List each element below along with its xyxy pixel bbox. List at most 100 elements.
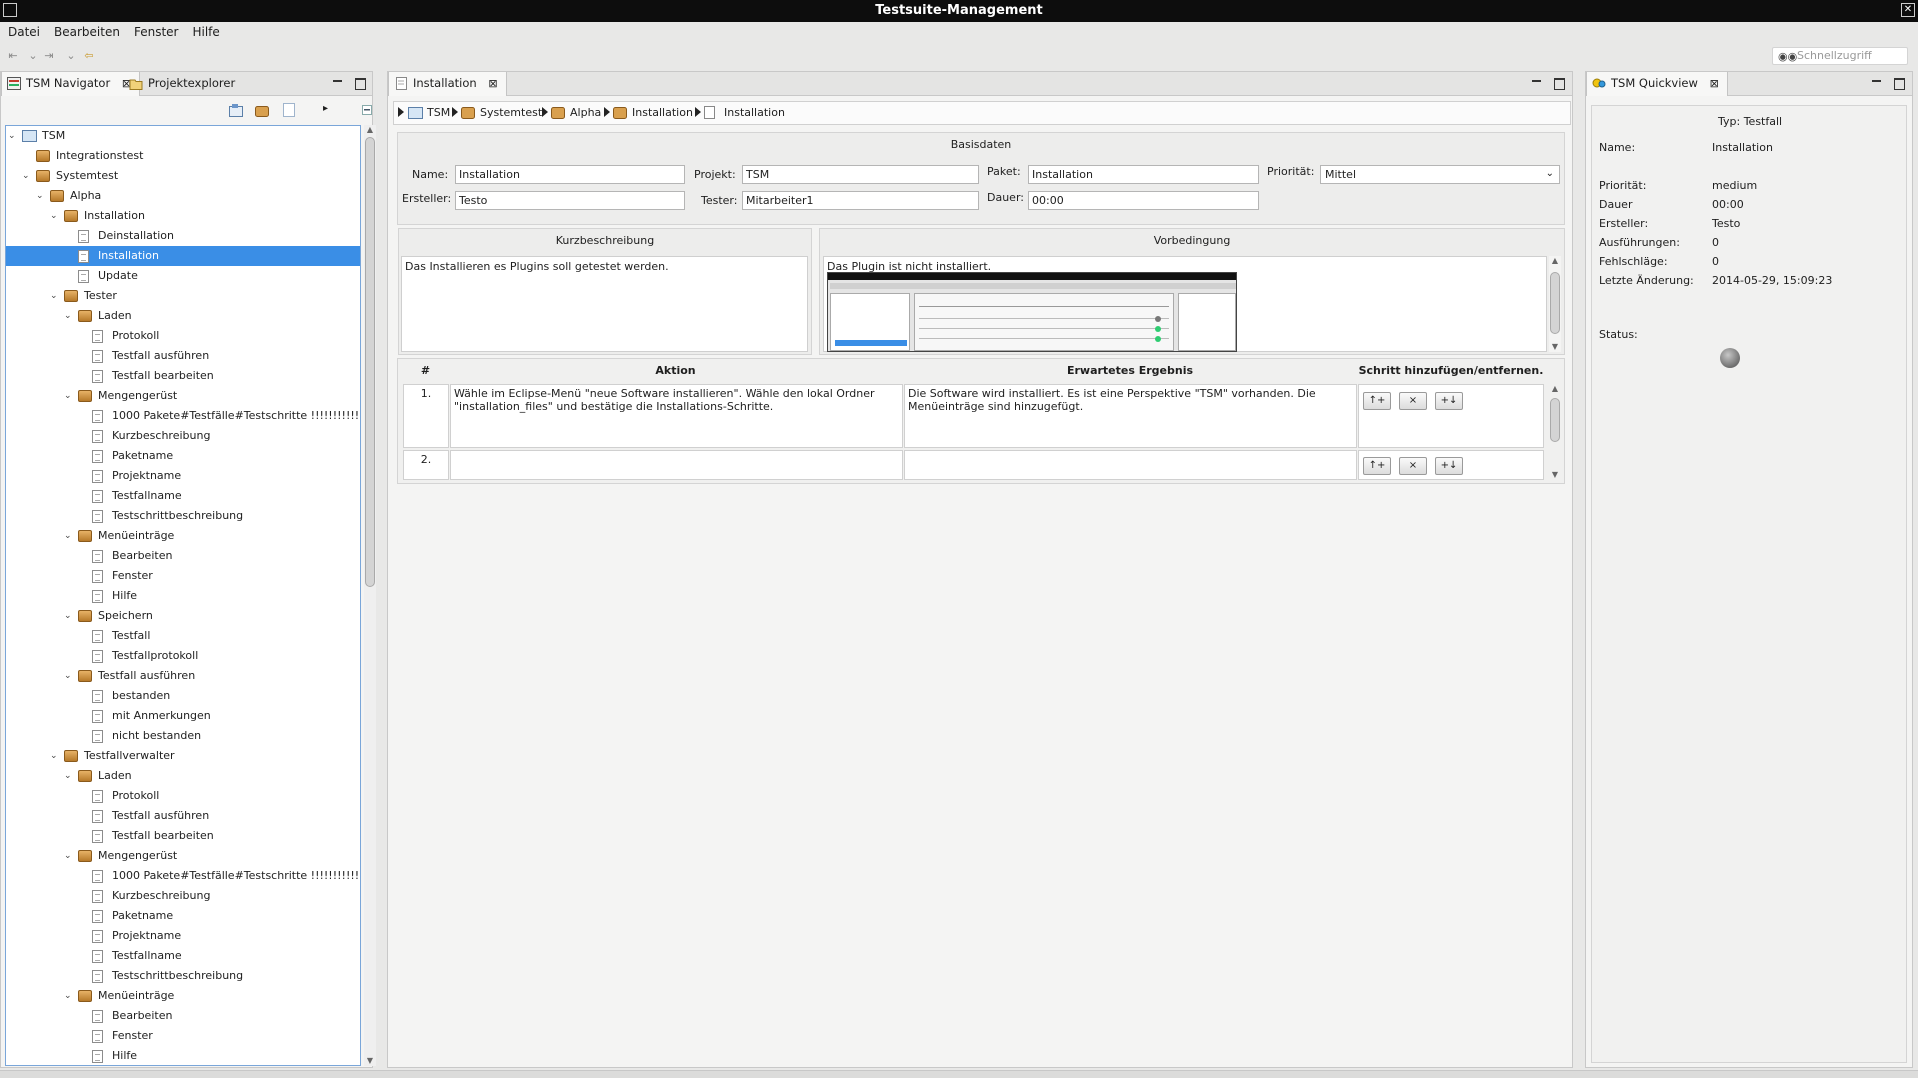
expand-arrow-icon[interactable]: ⌄: [64, 526, 74, 546]
expand-arrow-icon[interactable]: ⌄: [50, 746, 60, 766]
tree-item[interactable]: Paketname: [6, 906, 360, 926]
scroll-thumb[interactable]: [1550, 272, 1560, 334]
expand-arrow-icon[interactable]: ⌄: [50, 206, 60, 226]
tab-tsm-navigator[interactable]: TSM Navigator ⊠: [1, 72, 141, 96]
maximize-icon[interactable]: [354, 77, 366, 90]
breadcrumb-arrow-icon[interactable]: [604, 107, 610, 117]
expand-arrow-icon[interactable]: ⌄: [36, 186, 46, 206]
tree-item[interactable]: ⌄ TSM: [6, 126, 360, 146]
tree-item[interactable]: 1000 Pakete#Testfälle#Testschritte !!!!!…: [6, 866, 360, 886]
scroll-thumb[interactable]: [1550, 398, 1560, 442]
navigator-tree[interactable]: ⌄ TSM Integrationstest ⌄ Systemtest ⌄ Alpha ⌄ In…: [5, 125, 361, 1066]
scroll-up-icon[interactable]: ▲: [1549, 256, 1561, 266]
new-project-icon[interactable]: [229, 104, 243, 117]
expand-arrow-icon[interactable]: ⌄: [64, 306, 74, 326]
tab-projektexplorer[interactable]: Projektexplorer: [124, 72, 243, 96]
tree-item[interactable]: Kurzbeschreibung: [6, 886, 360, 906]
menu-bearbeiten[interactable]: Bearbeiten: [46, 22, 126, 39]
step-aktion-field[interactable]: Wähle im Eclipse-Menü "neue Software ins…: [450, 384, 903, 448]
tree-item[interactable]: Update: [6, 266, 360, 286]
tree-item[interactable]: Bearbeiten: [6, 1006, 360, 1026]
tree-item[interactable]: ⌄ Testfallverwalter: [6, 746, 360, 766]
collapse-all-icon[interactable]: [362, 105, 372, 115]
expand-arrow-icon[interactable]: ⌄: [64, 666, 74, 686]
tree-item[interactable]: ⌄ Speichern: [6, 606, 360, 626]
step-ergebnis-field[interactable]: Die Software wird installiert. Es ist ei…: [904, 384, 1357, 448]
scroll-down-icon[interactable]: ▼: [364, 1056, 376, 1066]
new-testcase-icon[interactable]: [283, 103, 295, 117]
tree-item[interactable]: Testfallprotokoll: [6, 646, 360, 666]
tree-item[interactable]: Integrationstest: [6, 146, 360, 166]
scroll-up-icon[interactable]: ▲: [364, 125, 376, 135]
tree-item[interactable]: Testfallname: [6, 946, 360, 966]
add-step-above-button[interactable]: ↑+: [1363, 392, 1391, 410]
tree-item[interactable]: 1000 Pakete#Testfälle#Testschritte !!!!!…: [6, 406, 360, 426]
scroll-down-icon[interactable]: ▼: [1549, 342, 1561, 352]
scroll-up-icon[interactable]: ▲: [1549, 384, 1561, 394]
tab-tsm-quickview[interactable]: TSM Quickview ⊠: [1586, 72, 1728, 96]
tree-item[interactable]: Testfall ausführen: [6, 346, 360, 366]
expand-arrow-icon[interactable]: ⌄: [8, 126, 18, 146]
view-menu-icon[interactable]: ▸: [323, 103, 328, 114]
tree-item[interactable]: ⌄ Laden: [6, 306, 360, 326]
maximize-icon[interactable]: [1893, 77, 1905, 90]
menu-fenster[interactable]: Fenster: [126, 22, 185, 39]
tree-item[interactable]: bestanden: [6, 686, 360, 706]
tree-item[interactable]: Protokoll: [6, 786, 360, 806]
chevron-down-icon[interactable]: ⌄: [64, 49, 78, 63]
minimize-icon[interactable]: [332, 77, 344, 89]
tester-field[interactable]: Mitarbeiter1: [742, 191, 979, 210]
tree-item[interactable]: mit Anmerkungen: [6, 706, 360, 726]
tree-item[interactable]: ⌄ Mengengerüst: [6, 386, 360, 406]
minimize-icon[interactable]: [1531, 77, 1543, 89]
step-aktion-field[interactable]: [450, 450, 903, 480]
name-field[interactable]: Installation: [455, 165, 685, 184]
add-step-above-button[interactable]: ↑+: [1363, 457, 1391, 475]
tree-item[interactable]: ⌄ Alpha: [6, 186, 360, 206]
breadcrumb-item[interactable]: Installation: [724, 106, 785, 119]
expand-arrow-icon[interactable]: ⌄: [64, 846, 74, 866]
breadcrumb-arrow-icon[interactable]: [452, 107, 458, 117]
dauer-field[interactable]: 00:00: [1028, 191, 1259, 210]
tree-item[interactable]: Testschrittbeschreibung: [6, 966, 360, 986]
tree-item[interactable]: Testfall: [6, 626, 360, 646]
last-edit-icon[interactable]: ⇦: [82, 49, 96, 63]
tree-item[interactable]: Bearbeiten: [6, 546, 360, 566]
tree-item[interactable]: ⌄ Mengengerüst: [6, 846, 360, 866]
tree-item[interactable]: Testfallname: [6, 486, 360, 506]
add-step-below-button[interactable]: +↓: [1435, 392, 1463, 410]
tree-item[interactable]: Testfall bearbeiten: [6, 826, 360, 846]
vorbedingung-scrollbar[interactable]: ▲ ▼: [1549, 256, 1561, 352]
expand-arrow-icon[interactable]: ⌄: [64, 986, 74, 1006]
close-icon[interactable]: ⊠: [488, 77, 497, 90]
tree-item[interactable]: Hilfe: [6, 1046, 360, 1065]
quick-access-input[interactable]: ◉◉ Schnellzugriff: [1772, 47, 1908, 65]
tree-item[interactable]: ⌄ Tester: [6, 286, 360, 306]
ersteller-field[interactable]: Testo: [455, 191, 685, 210]
tree-item[interactable]: nicht bestanden: [6, 726, 360, 746]
new-package-icon[interactable]: [255, 104, 269, 117]
steps-scrollbar[interactable]: ▲ ▼: [1549, 384, 1561, 480]
close-icon[interactable]: ⊠: [1710, 77, 1719, 90]
expand-arrow-icon[interactable]: ⌄: [22, 166, 32, 186]
tree-item[interactable]: Testfall bearbeiten: [6, 366, 360, 386]
tree-item[interactable]: Protokoll: [6, 326, 360, 346]
prioritaet-select[interactable]: Mittel ⌄: [1320, 165, 1560, 184]
tree-item[interactable]: Kurzbeschreibung: [6, 426, 360, 446]
chevron-down-icon[interactable]: ⌄: [26, 49, 40, 63]
expand-arrow-icon[interactable]: ⌄: [50, 286, 60, 306]
breadcrumb-item[interactable]: Systemtest: [480, 106, 542, 119]
tree-item[interactable]: Paketname: [6, 446, 360, 466]
tree-item[interactable]: ⌄ Installation: [6, 206, 360, 226]
tab-installation[interactable]: Installation ⊠: [388, 72, 507, 96]
scroll-down-icon[interactable]: ▼: [1549, 470, 1561, 480]
breadcrumb-item[interactable]: Alpha: [570, 106, 601, 119]
maximize-icon[interactable]: [1553, 77, 1565, 90]
tree-item[interactable]: ⌄ Systemtest: [6, 166, 360, 186]
minimize-icon[interactable]: [1871, 77, 1883, 89]
tree-item[interactable]: ⌄ Menüeinträge: [6, 986, 360, 1006]
projekt-field[interactable]: TSM: [742, 165, 979, 184]
breadcrumb-arrow-icon[interactable]: [398, 107, 404, 117]
remove-step-button[interactable]: ×: [1399, 392, 1427, 410]
menu-datei[interactable]: Datei: [0, 22, 46, 39]
